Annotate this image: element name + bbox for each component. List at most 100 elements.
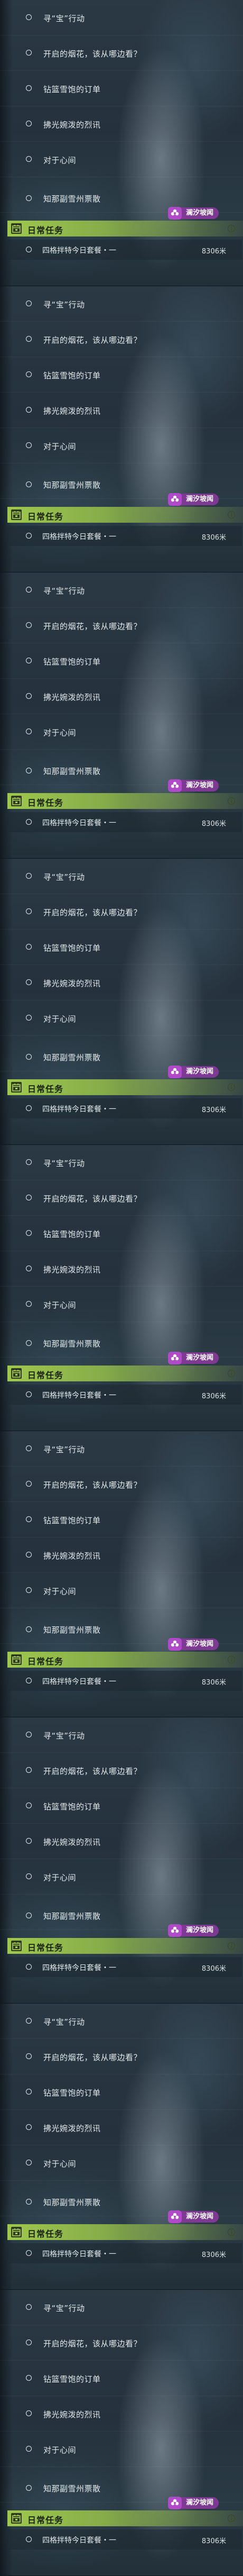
circle-icon [26, 442, 32, 448]
quest-item[interactable]: 开启的烟花，该从哪边看？ [0, 608, 243, 643]
quest-label: 开启的烟花，该从哪边看？ [43, 1194, 142, 1204]
region-tag[interactable]: 澜汐坡闻 [168, 1924, 236, 1937]
info-icon[interactable] [227, 2514, 236, 2523]
region-tag[interactable]: 澜汐坡闻 [168, 779, 236, 793]
quest-item[interactable]: 钻篮雪饱的订单 [0, 643, 243, 679]
quest-item[interactable]: 对于心间 [0, 1859, 243, 1895]
region-tag[interactable]: 澜汐坡闻 [168, 1351, 236, 1365]
region-tag[interactable]: 澜汐坡闻 [168, 206, 236, 220]
quest-item[interactable]: 寻“宝”行动 [0, 2004, 243, 2039]
daily-task-header[interactable]: 日常任务 [7, 793, 243, 809]
quest-item[interactable]: 开启的烟花，该从哪边看？ [0, 322, 243, 357]
quest-item[interactable]: 拂光婉泼的烈讯 [0, 1537, 243, 1573]
info-icon[interactable] [227, 511, 236, 519]
quest-item[interactable]: 拂光婉泼的烈讯 [0, 679, 243, 714]
quest-item[interactable]: 钻篮雪饱的订单 [0, 1216, 243, 1251]
circle-icon [26, 2536, 32, 2542]
circle-icon [26, 1266, 32, 1271]
quest-item[interactable]: 寻“宝”行动 [0, 572, 243, 608]
circle-icon [26, 50, 32, 56]
daily-task-item[interactable]: 四格拌特今日套餐・一 8306米 [7, 240, 242, 260]
quest-item[interactable]: 对于心间 [0, 1287, 243, 1322]
quest-item[interactable]: 拂光婉泼的烈讯 [0, 106, 243, 142]
quest-item[interactable]: 钻篮雪饱的订单 [0, 930, 243, 965]
circle-icon [26, 729, 32, 734]
quest-item[interactable]: 拂光婉泼的烈讯 [0, 1824, 243, 1859]
quest-item[interactable]: 钻篮雪饱的订单 [0, 357, 243, 393]
daily-task-item[interactable]: 四格拌特今日套餐・一 8306米 [7, 812, 242, 832]
quest-item[interactable]: 开启的烟花，该从哪边看？ [0, 2039, 243, 2074]
quest-item[interactable]: 拂光婉泼的烈讯 [0, 2396, 243, 2432]
daily-task-header[interactable]: 日常任务 [7, 2224, 243, 2240]
daily-task-header[interactable]: 日常任务 [7, 507, 243, 523]
quest-item[interactable]: 对于心间 [0, 428, 243, 463]
daily-task-item[interactable]: 四格拌特今日套餐・一 8306米 [7, 2243, 242, 2263]
circle-icon [26, 14, 32, 20]
quest-label: 对于心间 [43, 728, 77, 738]
daily-task-label: 四格拌特今日套餐・一 [42, 1105, 116, 1114]
quest-label: 开启的烟花，该从哪边看？ [43, 49, 142, 59]
info-icon[interactable] [227, 1369, 236, 1378]
info-icon[interactable] [227, 1083, 236, 1091]
quest-item[interactable]: 寻“宝”行动 [0, 286, 243, 322]
quest-item[interactable]: 拂光婉泼的烈讯 [0, 965, 243, 1000]
quest-item[interactable]: 寻“宝”行动 [0, 1431, 243, 1467]
daily-task-item[interactable]: 四格拌特今日套餐・一 8306米 [7, 1098, 242, 1118]
quest-item[interactable]: 开启的烟花，该从哪边看？ [0, 2325, 243, 2361]
quest-item[interactable]: 开启的烟花，该从哪边看？ [0, 894, 243, 930]
quest-label: 知那副雪州票散 [43, 767, 101, 776]
quest-item[interactable]: 拂光婉泼的烈讯 [0, 2110, 243, 2145]
quest-item[interactable]: 钻篮雪饱的订单 [0, 2361, 243, 2396]
daily-task-item[interactable]: 四格拌特今日套餐・一 8306米 [7, 2529, 242, 2550]
region-tag[interactable]: 澜汐坡闻 [168, 1637, 236, 1651]
calendar-icon [11, 2227, 22, 2237]
daily-task-header[interactable]: 日常任务 [7, 1366, 243, 1381]
info-icon[interactable] [227, 1655, 236, 1664]
quest-item[interactable]: 拂光婉泼的烈讯 [0, 1251, 243, 1287]
quest-item[interactable]: 开启的烟花，该从哪边看？ [0, 1467, 243, 1502]
circle-icon [26, 1481, 32, 1487]
quest-label: 知那副雪州票散 [43, 1625, 101, 1635]
quest-item[interactable]: 钻篮雪饱的订单 [0, 2074, 243, 2110]
daily-task-item[interactable]: 四格拌特今日套餐・一 8306米 [7, 1957, 242, 1977]
circle-icon [26, 622, 32, 628]
quest-item[interactable]: 开启的烟花，该从哪边看？ [0, 1180, 243, 1216]
quest-item[interactable]: 钻篮雪饱的订单 [0, 1502, 243, 1537]
daily-task-item[interactable]: 四格拌特今日套餐・一 8306米 [7, 1671, 242, 1691]
quest-item[interactable]: 对于心间 [0, 1573, 243, 1608]
daily-task-header[interactable]: 日常任务 [7, 1652, 243, 1668]
region-tag[interactable]: 澜汐坡闻 [168, 1065, 236, 1079]
info-icon[interactable] [227, 797, 236, 805]
quest-item[interactable]: 钻篮雪饱的订单 [0, 71, 243, 106]
circle-icon [26, 819, 32, 825]
quest-item[interactable]: 对于心间 [0, 2145, 243, 2181]
circle-icon [26, 2053, 32, 2059]
quest-item[interactable]: 拂光婉泼的烈讯 [0, 393, 243, 428]
region-tag[interactable]: 澜汐坡闻 [168, 2210, 236, 2224]
daily-task-item[interactable]: 四格拌特今日套餐・一 8306米 [7, 1385, 242, 1405]
info-icon[interactable] [227, 2228, 236, 2236]
region-tag[interactable]: 澜汐坡闻 [168, 493, 236, 506]
daily-task-distance: 8306米 [201, 1106, 226, 1114]
daily-task-header[interactable]: 日常任务 [7, 1938, 243, 1954]
daily-task-header[interactable]: 日常任务 [7, 1079, 243, 1095]
quest-item[interactable]: 寻“宝”行动 [0, 859, 243, 894]
quest-item[interactable]: 对于心间 [0, 714, 243, 750]
quest-item[interactable]: 寻“宝”行动 [0, 1717, 243, 1753]
quest-item[interactable]: 寻“宝”行动 [0, 0, 243, 35]
quest-item[interactable]: 开启的烟花，该从哪边看？ [0, 1753, 243, 1788]
circle-icon [26, 1301, 32, 1307]
quest-item[interactable]: 对于心间 [0, 2432, 243, 2467]
quest-item[interactable]: 钻篮雪饱的订单 [0, 1788, 243, 1824]
quest-item[interactable]: 对于心间 [0, 1000, 243, 1036]
quest-item[interactable]: 开启的烟花，该从哪边看？ [0, 35, 243, 71]
region-tag[interactable]: 澜汐坡闻 [168, 2496, 236, 2510]
info-icon[interactable] [227, 1942, 236, 1950]
daily-task-header[interactable]: 日常任务 [7, 221, 243, 236]
daily-task-item[interactable]: 四格拌特今日套餐・一 8306米 [7, 526, 242, 546]
quest-item[interactable]: 寻“宝”行动 [0, 2290, 243, 2325]
daily-task-header[interactable]: 日常任务 [7, 2510, 243, 2526]
info-icon[interactable] [227, 224, 236, 233]
quest-item[interactable]: 对于心间 [0, 142, 243, 177]
quest-item[interactable]: 寻“宝”行动 [0, 1145, 243, 1180]
